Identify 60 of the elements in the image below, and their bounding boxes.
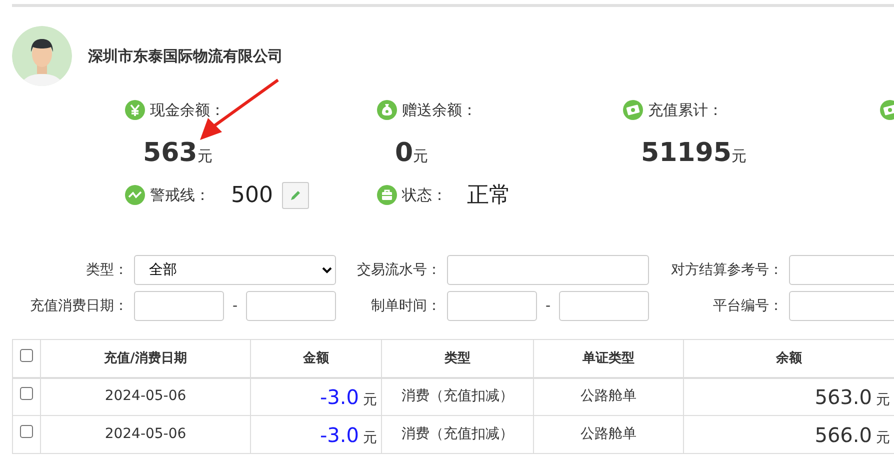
table-cell: 公路舱单 (534, 378, 684, 416)
stat-label: 赠送余额： (402, 100, 477, 121)
stat-value: 0 (395, 138, 414, 168)
table-cell: 消费（充值扣减） (382, 378, 534, 416)
column-header: 充值/消费日期 (40, 340, 250, 378)
unit-label: 元 (413, 147, 428, 165)
unit-label: 元 (363, 392, 377, 408)
filter-label: 类型： (85, 260, 128, 280)
filter-label: 平台编号： (712, 296, 783, 316)
range-separator: - (545, 296, 551, 316)
company-name: 深圳市东泰国际物流有限公司 (88, 46, 283, 67)
amount-value: -3.0 (320, 422, 359, 446)
column-header: 单证类型 (534, 340, 684, 378)
checkbox[interactable] (20, 425, 33, 438)
stat-label: 现金余额： (150, 100, 225, 121)
stat-value: 51195 (641, 138, 732, 168)
balance-value: 566.0 (814, 422, 872, 446)
stat-value: 563 (143, 138, 198, 168)
pencil-icon (289, 188, 302, 202)
filter-label: 制单时间： (370, 296, 441, 316)
filter-label: 对方结算参考号： (670, 260, 783, 280)
date-field[interactable] (246, 291, 336, 321)
table-cell: 2024-05-06 (40, 378, 250, 416)
date-field[interactable] (559, 291, 649, 321)
amount-value: -3.0 (320, 384, 359, 409)
filter-label: 充值消费日期： (29, 296, 128, 316)
text-field[interactable] (789, 291, 894, 321)
filter-label: 交易流水号： (356, 260, 441, 280)
edit-button[interactable] (282, 182, 309, 208)
unit-label: 元 (876, 392, 890, 408)
checkbox[interactable] (20, 348, 33, 362)
column-header: 余额 (684, 340, 894, 378)
text-field[interactable] (789, 255, 894, 285)
status-value: 正常 (467, 182, 511, 210)
unit-label: 元 (197, 147, 212, 165)
date-field[interactable] (134, 291, 224, 321)
column-header: 金额 (250, 340, 382, 378)
column-header: 类型 (382, 340, 534, 378)
range-separator: - (232, 296, 238, 316)
unit-label: 元 (363, 430, 377, 446)
yuan-icon (125, 100, 145, 120)
threshold-value: 500 (231, 182, 273, 210)
avatar (12, 26, 72, 86)
stat-label: 充值累计： (648, 100, 723, 121)
table-cell: 消费（充值扣减） (382, 416, 534, 454)
checkbox[interactable] (20, 387, 33, 400)
field-label: 警戒线： (150, 184, 211, 206)
cash-icon (623, 100, 643, 120)
unit-label: 元 (876, 430, 890, 446)
cash-icon (880, 100, 894, 120)
briefcase-icon (377, 185, 397, 205)
table-cell: 2024-05-06 (40, 416, 250, 454)
type-select[interactable]: 全部 (134, 255, 336, 285)
money-bag-icon (377, 100, 397, 120)
balance-value: 563.0 (814, 384, 872, 409)
text-field[interactable] (447, 255, 649, 285)
unit-label: 元 (731, 147, 746, 165)
table-cell: 公路舱单 (534, 416, 684, 454)
date-field[interactable] (447, 291, 537, 321)
field-label: 状态： (402, 184, 448, 206)
